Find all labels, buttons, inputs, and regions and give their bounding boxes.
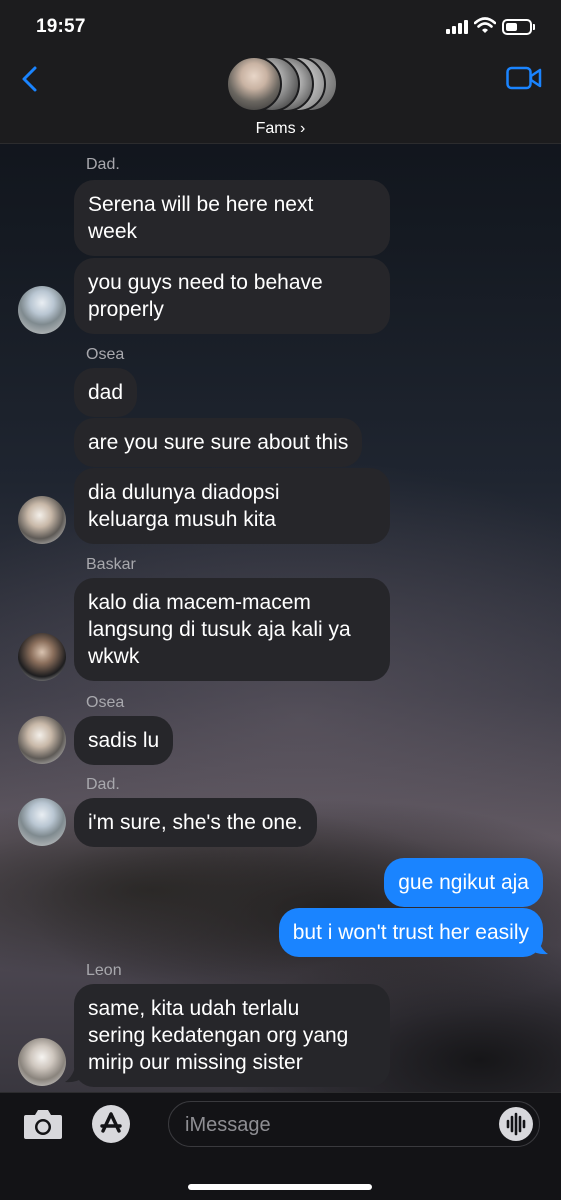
outgoing-bubble-tail	[531, 934, 548, 955]
sender-avatar[interactable]	[18, 798, 66, 846]
message-input[interactable]	[185, 1112, 485, 1138]
sender-name: Baskar	[86, 556, 136, 573]
status-time: 19:57	[36, 16, 86, 37]
status-bar: 19:57	[0, 0, 561, 56]
cellular-signal-icon	[446, 20, 470, 34]
message-bubble-incoming[interactable]: same, kita udah terlalu sering kedatenga…	[74, 984, 390, 1087]
message-bubble-incoming[interactable]: Serena will be here next week	[74, 180, 390, 256]
message-bubble-incoming[interactable]: sadis lu	[74, 716, 174, 765]
sender-avatar[interactable]	[18, 286, 66, 334]
sender-name: Leon	[86, 962, 122, 979]
video-call-icon[interactable]	[506, 66, 542, 90]
app-store-button[interactable]	[92, 1105, 130, 1143]
sender-avatar[interactable]	[18, 633, 66, 681]
back-chevron-icon[interactable]	[18, 64, 42, 94]
audio-message-button[interactable]	[499, 1107, 533, 1141]
home-indicator[interactable]	[188, 1184, 372, 1190]
message-bubble-incoming[interactable]: i'm sure, she's the one.	[74, 798, 317, 847]
sender-avatar[interactable]	[18, 716, 66, 764]
app-store-icon	[100, 1112, 122, 1133]
imessage-field[interactable]	[168, 1101, 540, 1147]
incoming-bubble-tail	[65, 1062, 82, 1083]
waveform-icon	[506, 1112, 526, 1136]
sender-name: Osea	[86, 346, 125, 363]
message-bubble-outgoing[interactable]: but i won't trust her easily	[278, 908, 543, 957]
sender-name: Dad.	[86, 156, 120, 173]
app-drawer-strip	[0, 1192, 561, 1200]
conversation-header: Fams ›	[0, 56, 561, 144]
sender-name: Dad.	[86, 776, 120, 793]
wifi-icon	[474, 17, 496, 33]
message-bubble-incoming[interactable]: dia dulunya diadopsi keluarga musuh kita	[74, 468, 390, 544]
message-bubble-outgoing[interactable]: gue ngikut aja	[384, 858, 543, 907]
sender-name: Osea	[86, 694, 125, 711]
battery-icon	[502, 19, 532, 35]
message-bubble-incoming[interactable]: kalo dia macem-macem langsung di tusuk a…	[74, 578, 390, 681]
camera-icon[interactable]	[22, 1107, 64, 1141]
member-avatar	[226, 56, 282, 112]
message-bubble-incoming[interactable]: you guys need to behave properly	[74, 258, 390, 334]
group-name[interactable]: Fams ›	[0, 120, 561, 138]
sender-avatar[interactable]	[18, 496, 66, 544]
sender-avatar[interactable]	[18, 1038, 66, 1086]
message-bubble-incoming[interactable]: dad	[74, 368, 138, 417]
message-bubble-incoming[interactable]: are you sure sure about this	[74, 418, 363, 467]
group-avatar-stack[interactable]	[226, 56, 338, 114]
